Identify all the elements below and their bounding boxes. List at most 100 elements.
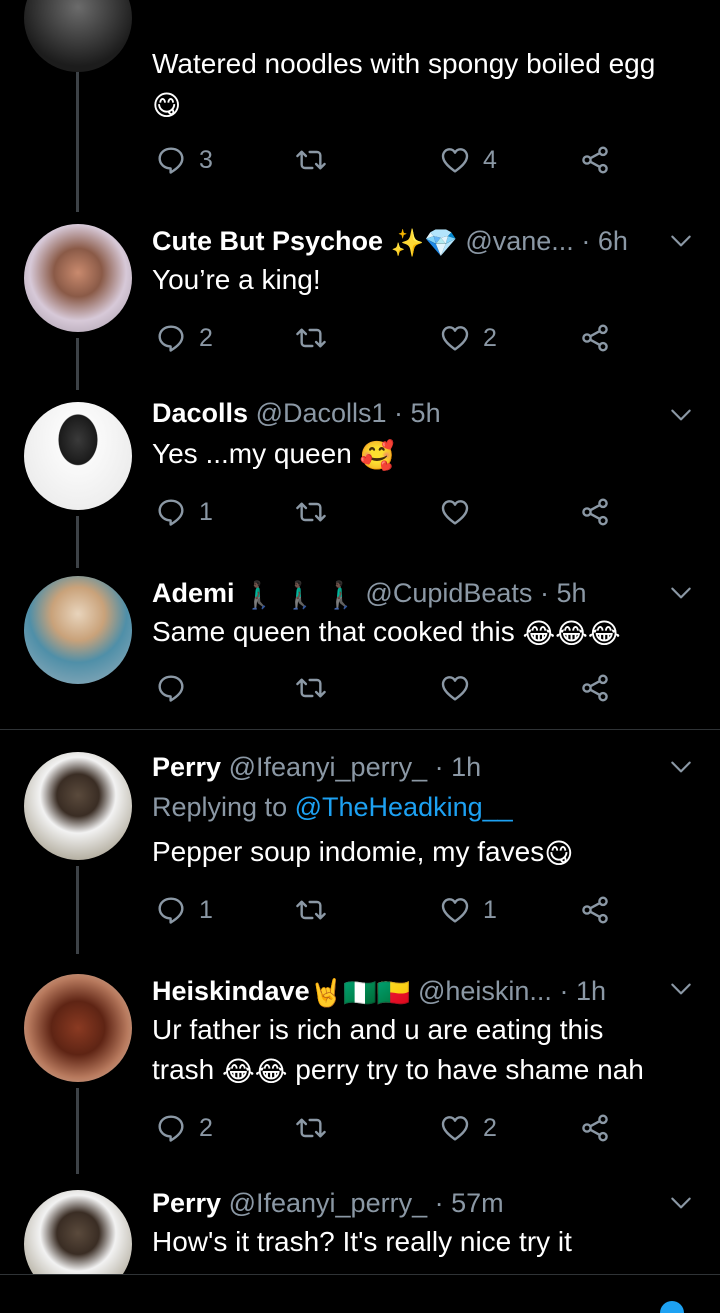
tweet-text: Watered noodles with spongy boiled egg 😋 bbox=[152, 44, 702, 126]
reply-button[interactable]: 2 bbox=[155, 1108, 213, 1148]
retweet-button[interactable] bbox=[295, 140, 339, 180]
like-icon bbox=[439, 1112, 471, 1144]
thread-line bbox=[76, 516, 79, 568]
chevron-down-icon[interactable] bbox=[668, 754, 694, 780]
separator-dot: · bbox=[434, 1188, 444, 1218]
reply-button[interactable]: 1 bbox=[155, 890, 213, 930]
share-button[interactable] bbox=[579, 890, 611, 930]
reply-button[interactable] bbox=[155, 668, 199, 708]
tweet-text: Ur father is rich and u are eating this … bbox=[152, 1010, 702, 1092]
retweet-button[interactable] bbox=[295, 1108, 339, 1148]
retweet-button[interactable] bbox=[295, 318, 339, 358]
avatar[interactable] bbox=[24, 224, 132, 332]
separator-dot: · bbox=[581, 226, 591, 256]
avatar[interactable] bbox=[24, 752, 132, 860]
retweet-button[interactable] bbox=[295, 492, 339, 532]
timestamp: 1h bbox=[575, 976, 607, 1006]
like-icon bbox=[439, 144, 471, 176]
display-name[interactable]: Cute But Psychoe bbox=[152, 226, 383, 256]
share-icon bbox=[579, 894, 611, 926]
separator-dot: · bbox=[539, 578, 549, 608]
tweet-1[interactable]: Cute But Psychoe ✨💎 @vane... · 6h You’re… bbox=[0, 210, 720, 390]
retweet-icon bbox=[295, 672, 327, 704]
display-name[interactable]: Heiskindave bbox=[152, 976, 310, 1006]
reply-icon bbox=[155, 672, 187, 704]
tweet-header: Ademi 🚶🏿‍♂️ 🚶🏿‍♂️ 🚶🏿‍♂️ @CupidBeats · 5h bbox=[152, 576, 587, 612]
avatar[interactable] bbox=[24, 0, 132, 72]
share-button[interactable] bbox=[579, 1108, 611, 1148]
tweet-header: Dacolls @Dacolls1 · 5h bbox=[152, 396, 441, 430]
name-emoji: ✨💎 bbox=[390, 227, 458, 258]
timestamp: 1h bbox=[451, 752, 482, 782]
like-button[interactable] bbox=[439, 492, 483, 532]
like-button[interactable] bbox=[439, 668, 483, 708]
like-button[interactable]: 2 bbox=[439, 318, 497, 358]
avatar[interactable] bbox=[24, 402, 132, 510]
tweet-2[interactable]: Dacolls @Dacolls1 · 5h Yes ...my queen 🥰… bbox=[0, 388, 720, 568]
like-button[interactable]: 4 bbox=[439, 140, 497, 180]
chevron-down-icon[interactable] bbox=[668, 228, 694, 254]
like-button[interactable]: 1 bbox=[439, 890, 497, 930]
display-name[interactable]: Perry bbox=[152, 1188, 221, 1218]
tweet-text: Pepper soup indomie, my faves😋 bbox=[152, 832, 702, 874]
chevron-down-icon[interactable] bbox=[668, 402, 694, 428]
tweet-actions: 1 bbox=[155, 492, 615, 532]
user-handle[interactable]: @vane... bbox=[465, 226, 573, 256]
share-button[interactable] bbox=[579, 318, 611, 358]
retweet-icon bbox=[295, 144, 327, 176]
tweet-text: Same queen that cooked this 😂😂😂 bbox=[152, 612, 702, 654]
thread-line bbox=[76, 1088, 79, 1174]
tweet-0[interactable]: Watered noodles with spongy boiled egg 😋… bbox=[0, 0, 720, 212]
chevron-down-icon[interactable] bbox=[668, 580, 694, 606]
share-icon bbox=[579, 496, 611, 528]
tweet-header: Perry @Ifeanyi_perry_ · 1h bbox=[152, 750, 481, 784]
user-handle[interactable]: @heiskin... bbox=[418, 976, 552, 1006]
reply-icon bbox=[155, 496, 187, 528]
like-button[interactable]: 2 bbox=[439, 1108, 497, 1148]
display-name[interactable]: Ademi bbox=[152, 578, 235, 608]
separator-dot: · bbox=[559, 976, 569, 1006]
tweet-3[interactable]: Ademi 🚶🏿‍♂️ 🚶🏿‍♂️ 🚶🏿‍♂️ @CupidBeats · 5h… bbox=[0, 566, 720, 728]
like-icon bbox=[439, 322, 471, 354]
share-button[interactable] bbox=[579, 668, 611, 708]
chevron-down-icon[interactable] bbox=[668, 1190, 694, 1216]
share-button[interactable] bbox=[579, 492, 611, 532]
avatar[interactable] bbox=[24, 576, 132, 684]
reply-icon bbox=[155, 322, 187, 354]
user-handle[interactable]: @Ifeanyi_perry_ bbox=[229, 1188, 428, 1218]
reply-button[interactable]: 2 bbox=[155, 318, 213, 358]
user-handle[interactable]: @Dacolls1 bbox=[256, 398, 387, 428]
retweet-icon bbox=[295, 496, 327, 528]
yum-emoji: 😋 bbox=[544, 837, 574, 869]
display-name[interactable]: Perry bbox=[152, 752, 221, 782]
mention-link[interactable]: @TheHeadking__ bbox=[295, 792, 513, 822]
tweet-5[interactable]: Heiskindave🤘🇳🇬🇧🇯 @heiskin... · 1h Ur fat… bbox=[0, 952, 720, 1174]
avatar[interactable] bbox=[24, 1190, 132, 1274]
user-handle[interactable]: @CupidBeats bbox=[365, 578, 532, 608]
display-name[interactable]: Dacolls bbox=[152, 398, 248, 428]
like-icon bbox=[439, 672, 471, 704]
tweet-actions: 1 1 bbox=[155, 890, 615, 930]
share-icon bbox=[579, 144, 611, 176]
tweet-text: Yes ...my queen 🥰 bbox=[152, 434, 702, 476]
share-icon bbox=[579, 1112, 611, 1144]
timestamp: 57m bbox=[451, 1188, 504, 1218]
timestamp: 5h bbox=[410, 398, 441, 428]
chevron-down-icon[interactable] bbox=[668, 976, 694, 1002]
tweet-4[interactable]: Perry @Ifeanyi_perry_ · 1h Replying to @… bbox=[0, 730, 720, 954]
share-button[interactable] bbox=[579, 140, 611, 180]
tweet-text: How's it trash? It's really nice try it bbox=[152, 1226, 572, 1257]
avatar[interactable] bbox=[24, 974, 132, 1082]
reply-button[interactable]: 1 bbox=[155, 492, 213, 532]
reply-icon bbox=[155, 894, 187, 926]
compose-hint[interactable] bbox=[660, 1301, 684, 1313]
retweet-button[interactable] bbox=[295, 668, 339, 708]
retweet-button[interactable] bbox=[295, 890, 339, 930]
user-handle[interactable]: @Ifeanyi_perry_ bbox=[229, 752, 428, 782]
name-emoji: 🤘🇳🇬🇧🇯 bbox=[309, 977, 411, 1008]
reply-button[interactable]: 3 bbox=[155, 140, 213, 180]
tweet-6[interactable]: Perry @Ifeanyi_perry_ · 57m How's it tra… bbox=[0, 1172, 720, 1274]
reply-icon bbox=[155, 144, 187, 176]
separator-dot: · bbox=[434, 752, 444, 782]
tweet-header: Perry @Ifeanyi_perry_ · 57m bbox=[152, 1186, 504, 1220]
